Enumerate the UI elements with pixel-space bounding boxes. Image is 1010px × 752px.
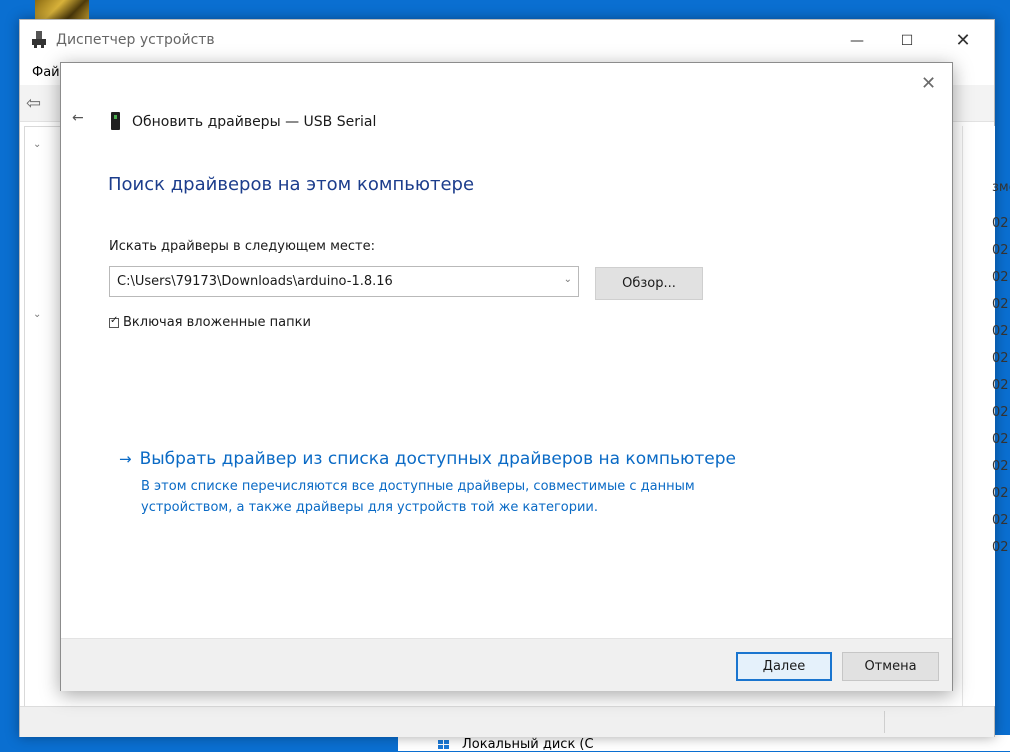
column-cell: 021 (992, 324, 1010, 339)
window-close-button[interactable]: ✕ (936, 20, 990, 61)
column-cell: 021 (992, 540, 1010, 555)
maximize-button[interactable]: ☐ (880, 20, 934, 61)
driver-path-combobox[interactable]: C:\Users\79173\Downloads\arduino-1.8.16 … (109, 266, 579, 297)
column-cell: 021 (992, 243, 1010, 258)
device-tree[interactable]: ⌄ ⌄ (24, 126, 65, 708)
column-cell: 021 (992, 513, 1010, 528)
device-manager-titlebar[interactable]: Диспетчер устройств — ☐ ✕ (20, 20, 994, 61)
cancel-button[interactable]: Отмена (842, 652, 939, 681)
usb-device-icon (111, 112, 120, 130)
pick-driver-description: В этом списке перечисляются все доступны… (141, 479, 695, 515)
dialog-title: Обновить драйверы — USB Serial (132, 114, 377, 130)
status-bar (20, 706, 994, 737)
drive-icon (438, 740, 450, 751)
arrow-right-icon[interactable]: → (119, 450, 132, 468)
dialog-footer: Далее Отмена (61, 638, 952, 691)
device-manager-title: Диспетчер устройств (56, 32, 215, 48)
close-icon[interactable]: ✕ (921, 73, 936, 94)
toolbar-back-icon[interactable]: ⇦ (26, 93, 41, 114)
pick-driver-link-text[interactable]: Выбрать драйвер из списка доступных драй… (140, 449, 736, 469)
column-cell: 021 (992, 351, 1010, 366)
device-list-column: змє 021 021 021 021 021 021 021 021 021 … (962, 126, 1010, 706)
column-cell: 021 (992, 216, 1010, 231)
device-manager-icon (32, 31, 46, 48)
column-cell: 021 (992, 486, 1010, 501)
next-button[interactable]: Далее (736, 652, 832, 681)
column-cell: 021 (992, 432, 1010, 447)
tree-expand-icon[interactable]: ⌄ (33, 309, 41, 320)
desktop-shortcut-icon[interactable] (35, 0, 89, 19)
include-subfolders-checkbox[interactable] (109, 315, 119, 328)
include-subfolders-option[interactable]: Включая вложенные папки (109, 315, 311, 330)
column-cell: 021 (992, 270, 1010, 285)
column-cell: 021 (992, 459, 1010, 474)
column-cell: 021 (992, 378, 1010, 393)
include-subfolders-label[interactable]: Включая вложенные папки (123, 315, 311, 330)
page-heading: Поиск драйверов на этом компьютере (108, 174, 475, 195)
arrow-left-icon[interactable]: ← (72, 110, 84, 126)
tree-expand-icon[interactable]: ⌄ (33, 139, 41, 150)
local-drive-label[interactable]: Локальный диск (C (462, 737, 594, 752)
driver-path-value[interactable]: C:\Users\79173\Downloads\arduino-1.8.16 (117, 274, 393, 289)
minimize-button[interactable]: — (830, 20, 884, 61)
column-cell: змє (992, 180, 1010, 195)
column-cell: 021 (992, 405, 1010, 420)
column-cell: 021 (992, 297, 1010, 312)
update-drivers-dialog: ✕ ← Обновить драйверы — USB Serial Поиск… (60, 62, 953, 691)
browse-button[interactable]: Обзор... (595, 267, 703, 300)
pick-driver-link[interactable]: → Выбрать драйвер из списка доступных др… (119, 449, 736, 469)
chevron-down-icon[interactable]: ⌄ (564, 274, 572, 285)
location-label: Искать драйверы в следующем месте: (109, 239, 375, 254)
status-divider (884, 711, 885, 733)
